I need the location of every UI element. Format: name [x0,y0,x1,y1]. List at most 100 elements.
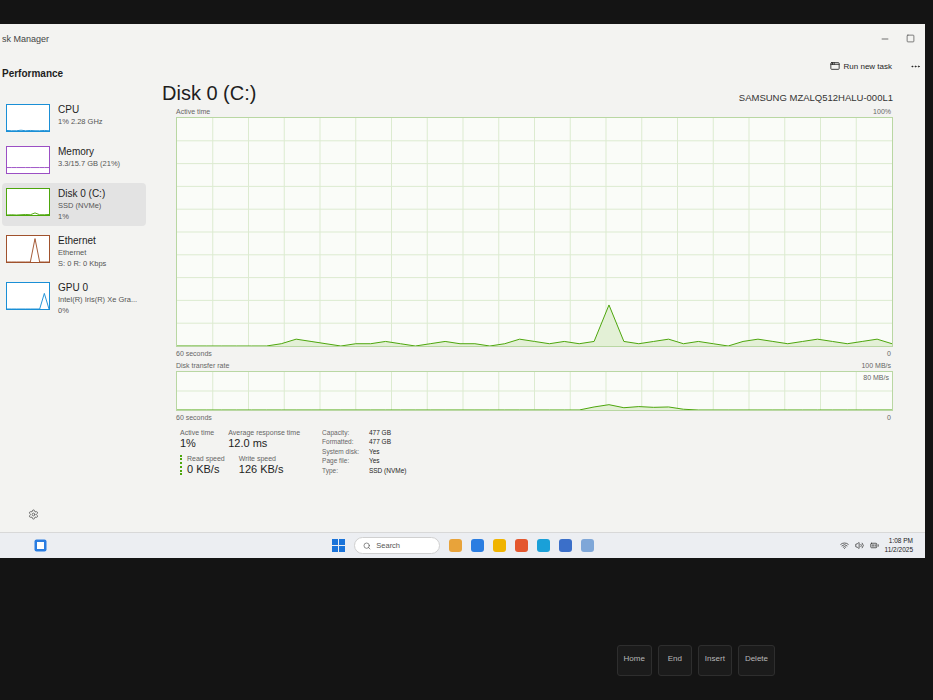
more-icon[interactable] [910,61,921,72]
sidebar-item-text: Disk 0 (C:)SSD (NVMe)1% [58,188,105,221]
wifi-icon[interactable] [840,541,849,550]
detail-value: Yes [369,448,407,456]
transfer-rate-chart: 80 MB/s [176,371,893,411]
detail-label: Capacity: [322,429,359,437]
taskbar-search[interactable]: Search [354,537,440,554]
stat-value: 0 KB/s [187,463,225,475]
sidebar-item-text: CPU 1% 2.28 GHz [58,104,103,126]
sidebar-item[interactable]: CPU 1% 2.28 GHz [2,99,146,137]
window-controls [880,34,915,44]
keyboard-key[interactable]: End [658,645,692,676]
sidebar-item[interactable]: Ethernet Ethernet S: 0 R: 0 Kbps [2,230,146,273]
detail-label: System disk: [322,448,359,456]
stat: Average response time12.0 ms [228,429,300,449]
chart-axis-row: Disk transfer rate 100 MB/s [162,359,893,371]
windows-logo-icon[interactable] [332,539,345,552]
app-icon[interactable] [581,539,594,552]
taskbar-center: Search [47,537,840,554]
chart-min: 0 [887,350,891,357]
sidebar-item-name: CPU [58,104,103,115]
gear-icon[interactable] [28,509,39,520]
disk-model: SAMSUNG MZALQ512HALU-000L1 [739,92,893,105]
battery-icon[interactable] [870,541,879,550]
disk-header: Disk 0 (C:) SAMSUNG MZALQ512HALU-000L1 [162,78,893,105]
stat-label: Write speed [239,455,284,462]
mini-graph [6,146,50,174]
sidebar-item-name: GPU 0 [58,282,137,293]
detail-value: SSD (NVMe) [369,467,407,475]
widgets-icon[interactable] [34,539,47,552]
detail-label: Type: [322,467,359,475]
disk-title: Disk 0 (C:) [162,82,256,105]
stat-value: 12.0 ms [228,437,300,449]
sidebar-item-detail: 3.3/15.7 GB (21%) [58,159,120,168]
app-icon[interactable] [515,539,528,552]
sidebar-item-detail: 1% 2.28 GHz [58,117,103,126]
line-chart [177,372,892,410]
taskbar: Search 1:08 PM11/2/2025 [0,532,925,558]
main-panel: Run new task Disk 0 (C:) SAMSUNG MZALQ512H… [150,54,925,532]
stat-label: Average response time [228,429,300,436]
line-chart [177,118,892,346]
sidebar-item-name: Disk 0 (C:) [58,188,105,199]
app-icon[interactable] [471,539,484,552]
sidebar-item[interactable]: Disk 0 (C:)SSD (NVMe)1% [2,183,146,226]
app-icon[interactable] [493,539,506,552]
chart-max: 100 MB/s [861,362,891,369]
app-icon[interactable] [559,539,572,552]
page-heading: Performance [2,54,146,95]
sidebar-item-text: GPU 0 Intel(R) Iris(R) Xe Gra... 0% [58,282,137,315]
sidebar-item[interactable]: Memory3.3/15.7 GB (21%) [2,141,146,179]
stats: Active time1% Average response time12.0 m… [162,423,893,475]
chart-axis-row: Active time100% [162,105,893,117]
keyboard: HomeEndInsertDelete [0,558,925,700]
chart-axis-row: 60 seconds 0 [162,347,893,359]
sidebar-item-detail: SSD (NVMe) [58,201,105,210]
keyboard-key[interactable]: Insert [698,645,732,676]
sidebar-item-detail: 0% [58,306,137,315]
keyboard-key[interactable]: Home [617,645,652,676]
chart-label: Active time [176,108,210,115]
mini-graph [6,104,50,132]
keyboard-key[interactable]: Delete [738,645,775,676]
sidebar-item-detail: Ethernet [58,248,106,257]
window-body: Performance CPU 1% 2.28 GHz Memory3.3/15.7 … [0,54,925,532]
run-task-icon [830,61,840,71]
chart-time: 60 seconds [176,414,212,421]
detail-label: Formatted: [322,438,359,446]
maximize-icon[interactable] [906,34,915,43]
stats-column: Active time1% Average response time12.0 m… [180,429,300,475]
sidebar-item-text: Memory3.3/15.7 GB (21%) [58,146,120,168]
mini-graph [6,188,50,216]
mini-graph [6,282,50,310]
run-new-task-button[interactable]: Run new task [826,59,896,73]
stat-label: Read speed [187,455,225,462]
mini-graph [6,235,50,263]
disk-details: Capacity:477 GBFormatted:477 GBSystem di… [322,429,406,475]
sidebar-item-detail: Intel(R) Iris(R) Xe Gra... [58,295,137,304]
clock[interactable]: 1:08 PM11/2/2025 [885,537,913,553]
clock-date: 11/2/2025 [885,546,913,554]
stat: Active time1% [180,429,214,449]
stat: Write speed126 KB/s [239,455,284,475]
chart-time: 60 seconds [176,350,212,357]
detail-value: 477 GB [369,429,407,437]
sidebar-item-detail: S: 0 R: 0 Kbps [58,259,106,268]
minimize-icon[interactable] [880,34,890,44]
detail-value: Yes [369,457,407,465]
chart-label: Disk transfer rate [176,362,229,369]
system-tray: 1:08 PM11/2/2025 [840,537,913,553]
stat-group: Read speed0 KB/s Write speed126 KB/s [180,455,300,475]
stat-label: Active time [180,429,214,436]
window-title: sk Manager [2,34,49,44]
app-icon[interactable] [537,539,550,552]
volume-icon[interactable] [855,541,864,550]
sidebar: Performance CPU 1% 2.28 GHz Memory3.3/15.7 … [0,54,150,532]
chart-min: 0 [887,414,891,421]
app-icon[interactable] [449,539,462,552]
sidebar-item[interactable]: GPU 0 Intel(R) Iris(R) Xe Gra... 0% [2,277,146,320]
sidebar-item-name: Ethernet [58,235,106,246]
sidebar-item-text: Ethernet Ethernet S: 0 R: 0 Kbps [58,235,106,268]
toolbar: Run new task [162,54,921,78]
chart-mid: 80 MB/s [862,374,890,381]
